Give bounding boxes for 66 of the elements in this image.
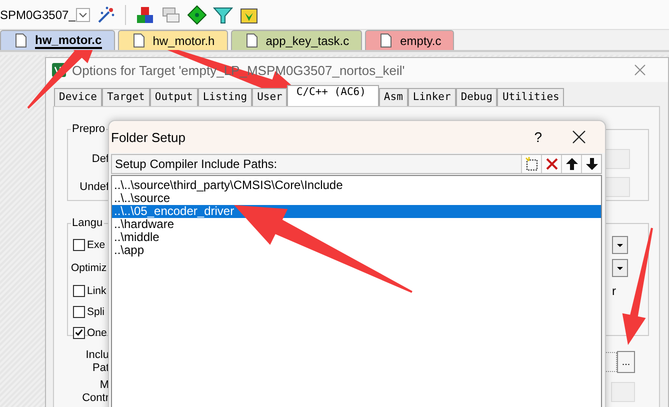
path-item[interactable]: ..\app [112,244,601,257]
caret-icon [76,8,90,22]
new-folder-icon [524,157,538,171]
down-arrow-icon [584,157,598,171]
dialog-title: Folder Setup [111,130,186,144]
tab[interactable]: Target [102,88,150,106]
checkbox[interactable] [73,326,85,338]
document-icon [132,33,145,48]
field-label: M [100,379,109,392]
field-label: Undef [78,181,109,193]
delete-button[interactable] [541,155,561,173]
dropdown[interactable] [612,236,628,254]
close-icon[interactable] [572,130,586,144]
path-item[interactable]: ..\..\05_encoder_driver [112,205,601,218]
field-label: Inclu [86,349,109,362]
tab[interactable]: Device [54,88,102,106]
help-button[interactable]: ? [534,129,542,145]
path-item[interactable]: ..\hardware [112,218,601,231]
document-icon [246,33,258,48]
move-up-button[interactable] [561,155,581,173]
diamond-icon[interactable] [187,4,208,24]
group-legend: Langu [71,217,104,229]
document-icon [380,33,392,48]
tab[interactable]: Linker [408,88,456,106]
field-label: Contr [82,392,109,405]
file-tab[interactable]: empty.c [365,30,454,50]
checkbox-label: Exe [87,238,106,250]
input-field[interactable] [604,177,630,197]
new-folder-button[interactable] [521,155,541,173]
move-down-button[interactable] [581,155,601,173]
magic-wand-icon[interactable] [96,4,116,24]
tab[interactable]: Utilities [497,88,564,106]
path-item[interactable]: ..\..\source\third_party\CMSIS\Core\Include [112,179,601,192]
tab[interactable]: User [252,88,288,106]
windows-icon[interactable] [161,4,182,24]
path-item[interactable]: ..\middle [112,231,601,244]
checkbox[interactable] [73,284,85,296]
browse-button[interactable]: ... [617,351,635,373]
target-select[interactable]: SPM0G3507_ [0,4,90,24]
field-label: Optimiz [71,262,107,274]
path-item[interactable]: ..\..\source [112,192,601,205]
delete-icon [544,157,558,171]
checkbox[interactable] [73,238,85,250]
checkbox-label: Spli [87,306,105,318]
dropdown[interactable] [612,258,628,276]
input-field[interactable] [611,382,635,402]
checkbox-label: r [612,284,616,298]
field-label: Def [90,153,109,165]
tab[interactable]: C/C++ (AC6) [287,85,379,106]
checkbox[interactable] [73,306,85,318]
tab[interactable]: Asm [378,88,408,106]
field-label: Pat [92,362,109,375]
file-tab[interactable]: hw_motor.h [118,30,228,50]
list-caption: Setup Compiler Include Paths: [115,157,278,171]
checkbox-label: Link [87,284,106,296]
blocks-icon[interactable] [135,4,156,24]
input-field[interactable] [604,149,630,169]
up-arrow-icon [564,157,578,171]
funnel-icon[interactable] [213,4,234,24]
file-tab[interactable]: hw_motor.c [0,30,115,50]
group-legend: Prepro [71,123,106,135]
file-tab[interactable]: app_key_task.c [230,30,362,50]
tab[interactable]: Output [150,88,198,106]
tab[interactable]: Listing [198,88,252,106]
checkbox-label: One [87,326,107,338]
tab[interactable]: Debug [456,88,498,106]
